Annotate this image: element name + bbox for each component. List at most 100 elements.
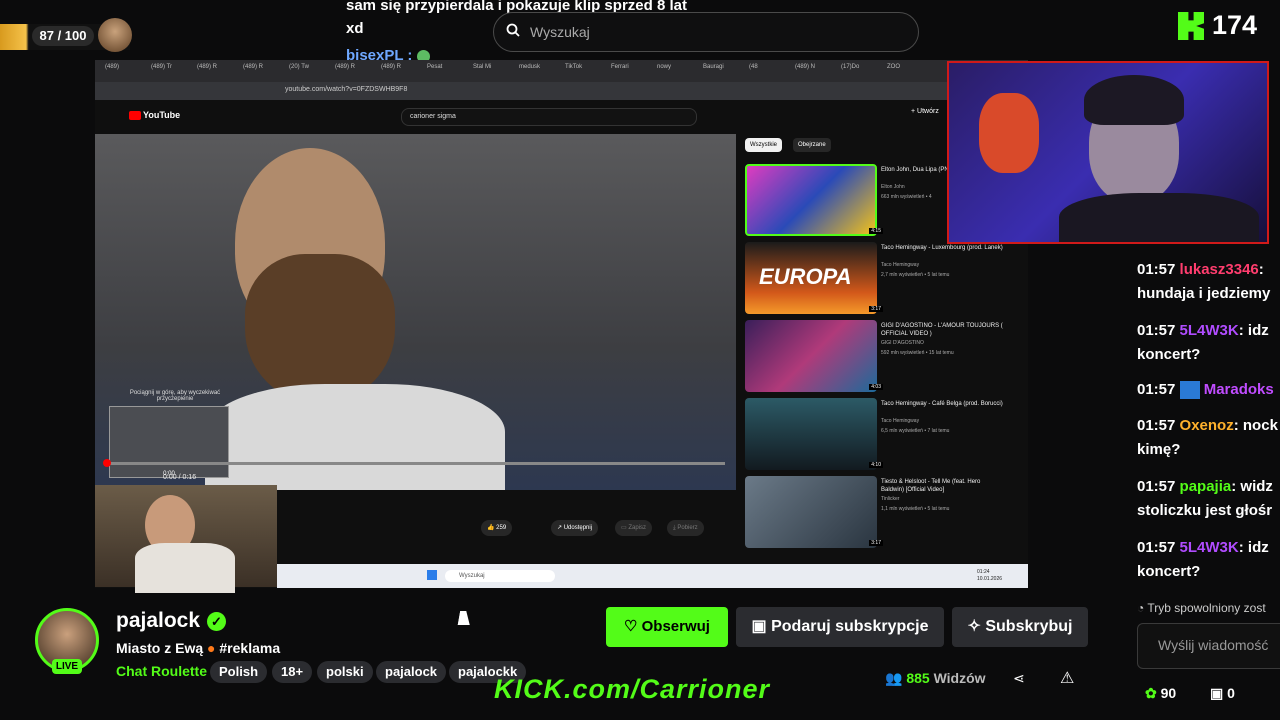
live-badge: LIVE	[52, 659, 82, 674]
heart-icon: ♡	[624, 618, 638, 635]
browser-tab: medusk	[519, 64, 541, 70]
miniplayer-hint: Pociągnij w górę, aby wyczekiwać przycze…	[129, 390, 221, 402]
video-time: 0:00 / 0:16	[163, 474, 197, 481]
recommendation-duration: 4:10	[869, 462, 883, 468]
youtube-logo: YouTube	[129, 110, 180, 121]
browser-tab: Stal Mi	[473, 64, 492, 70]
recommendation-thumbnail: EUROPA	[745, 242, 877, 314]
chat-username[interactable]: Maradoks	[1204, 381, 1274, 398]
chat-input[interactable]	[1156, 636, 1280, 654]
recommendation-channel: GIGI D'AGOSTINO	[881, 340, 924, 346]
follow-button[interactable]: ♡ Obserwuj	[606, 607, 728, 647]
miniplayer-preview: 0:00	[109, 406, 229, 478]
recommendation-channel: Tinlicker	[881, 496, 900, 502]
browser-url: youtube.com/watch?v=0FZDSWHB9F8	[285, 86, 408, 93]
subscribe-button[interactable]: ✧ Subskrybuj	[952, 607, 1088, 647]
tag-18plus[interactable]: 18+	[272, 661, 313, 683]
share-button: ↗ Udostępnij	[551, 520, 599, 536]
facecam-body	[1059, 193, 1259, 242]
recommendation-channel: Taco Hemingway	[881, 418, 920, 424]
recommendation-thumbnail	[745, 164, 877, 236]
recommendation-item: EUROPA Taco Hemingway - Luxembourg (prod…	[745, 242, 1028, 314]
gift-icon: ▣	[751, 618, 767, 635]
recommendation-duration: 4:15	[869, 228, 883, 234]
browser-tab: (17)Do	[841, 64, 860, 70]
tag-pajalock[interactable]: pajalock	[376, 661, 447, 683]
tag-polski[interactable]: polski	[317, 661, 373, 683]
youtube-search: carioner sigma	[401, 108, 697, 126]
recommendation-meta: 1,1 mln wyświetleń • 5 lat temu	[881, 506, 950, 512]
stream-title: Miasto z Ewą ● #reklama	[116, 640, 281, 656]
browser-tab: (489) N	[795, 64, 816, 70]
chip-all: Wszystkie	[745, 138, 782, 152]
chat-input-box[interactable]	[1137, 623, 1280, 669]
overlay-chat-line: xd	[346, 20, 364, 37]
stream-category[interactable]: Chat Roulette	[116, 663, 207, 679]
gift-sub-button[interactable]: ▣ Podaruj subskrypcje	[736, 607, 944, 647]
facecam-hair	[1084, 75, 1184, 125]
save-button: ▭ Zapisz	[615, 520, 653, 536]
chip-watched: Obejrzane	[793, 138, 831, 152]
badge-icon	[1179, 381, 1200, 400]
browser-tab: Pesat	[427, 64, 443, 70]
taskbar-clock: 01:24 10.01.2026	[977, 569, 1003, 582]
browser-tab: Bauragi	[703, 64, 724, 70]
recommendation-meta: 663 mln wyświetleń • 4	[881, 194, 932, 200]
gift-counter[interactable]: ▣ 0	[1210, 685, 1235, 702]
chat-message: 01:57 5L4W3K: idz koncert?	[1137, 322, 1269, 363]
chat-username[interactable]: papajia	[1180, 478, 1232, 495]
points-icon: ✿	[1145, 685, 1157, 701]
recommendation-title: GIGI D'AGOSTINO - L'AMOUR TOUJOURS ( OFF…	[881, 323, 1003, 337]
chat-message: 01:57 5L4W3K: idz koncert?	[1137, 539, 1269, 580]
browser-tab: (489) R	[381, 64, 402, 70]
search-input[interactable]	[528, 19, 902, 45]
download-button: ⤓ Pobierz	[667, 520, 704, 536]
kick-logo-icon	[1178, 12, 1204, 40]
gift-icon: ▣	[1210, 685, 1224, 701]
slow-mode-notice: ◔ Tryb spowolniony zost	[1137, 601, 1266, 615]
search-bar[interactable]	[493, 12, 919, 52]
viewer-count-overlay: 174	[1212, 10, 1258, 40]
chat-message: 01:57 Maradoks	[1137, 381, 1274, 400]
browser-tab: (20) Tw	[289, 64, 309, 70]
chat-username[interactable]: 5L4W3K	[1180, 539, 1239, 556]
users-icon: 👥	[885, 670, 903, 686]
video-person-shirt	[205, 384, 505, 490]
chat-message: 01:57 papajia: widz stoliczku jest głośr	[1137, 478, 1273, 519]
video-person-beard	[245, 254, 395, 404]
viewer-count: 👥 885 Widzów	[885, 670, 986, 686]
share-icon[interactable]: ⋖	[1013, 670, 1025, 687]
mouse-cursor-icon	[457, 611, 473, 625]
browser-tab: TikTok	[565, 64, 583, 70]
xp-avatar	[98, 18, 132, 52]
recommendation-channel: Taco Hemingway	[881, 262, 920, 268]
report-icon[interactable]: ⚠	[1060, 668, 1074, 688]
browser-tab: (489) R	[197, 64, 218, 70]
chat-message: 01:57 Oxenoz: nock kimę?	[1137, 417, 1278, 458]
recommendation-item: Tiesto & Helsloot - Tell Me (feat. Hero …	[745, 476, 1028, 548]
chat-username[interactable]: 5L4W3K	[1180, 322, 1239, 339]
xp-counter: 87 / 100	[32, 26, 94, 46]
browser-tab: nowy	[657, 64, 672, 70]
recommendation-title: Tiesto & Helsloot - Tell Me (feat. Hero …	[881, 479, 981, 493]
channel-name[interactable]: pajalock	[116, 609, 200, 633]
youtube-play-icon	[129, 111, 141, 121]
tag-polish[interactable]: Polish	[210, 661, 268, 683]
chat-username[interactable]: Oxenoz	[1180, 417, 1234, 434]
recommendation-meta: 592 mln wyświetleń • 15 lat temu	[881, 350, 954, 356]
windows-start-icon	[427, 570, 437, 580]
verified-icon: ✓	[207, 612, 226, 631]
browser-url-bar: youtube.com/watch?v=0FZDSWHB9F8	[95, 82, 1028, 100]
recommendation-channel: Elton John	[881, 184, 905, 190]
search-icon	[506, 23, 520, 37]
recommendation-thumbnail	[745, 398, 877, 470]
channel-points[interactable]: ✿ 90	[1145, 685, 1176, 702]
video-progress-bar	[105, 462, 725, 465]
chat-username[interactable]: lukasz3346	[1180, 261, 1259, 278]
recommendation-thumbnail	[745, 476, 877, 548]
slow-mode-icon: ◔	[1137, 601, 1145, 615]
video-progress-handle	[103, 459, 111, 467]
windows-taskbar: Wyszukaj 01:24 10.01.2026	[277, 564, 1028, 588]
secondary-webcam	[95, 485, 277, 593]
sparkle-icon: ✧	[967, 618, 981, 635]
